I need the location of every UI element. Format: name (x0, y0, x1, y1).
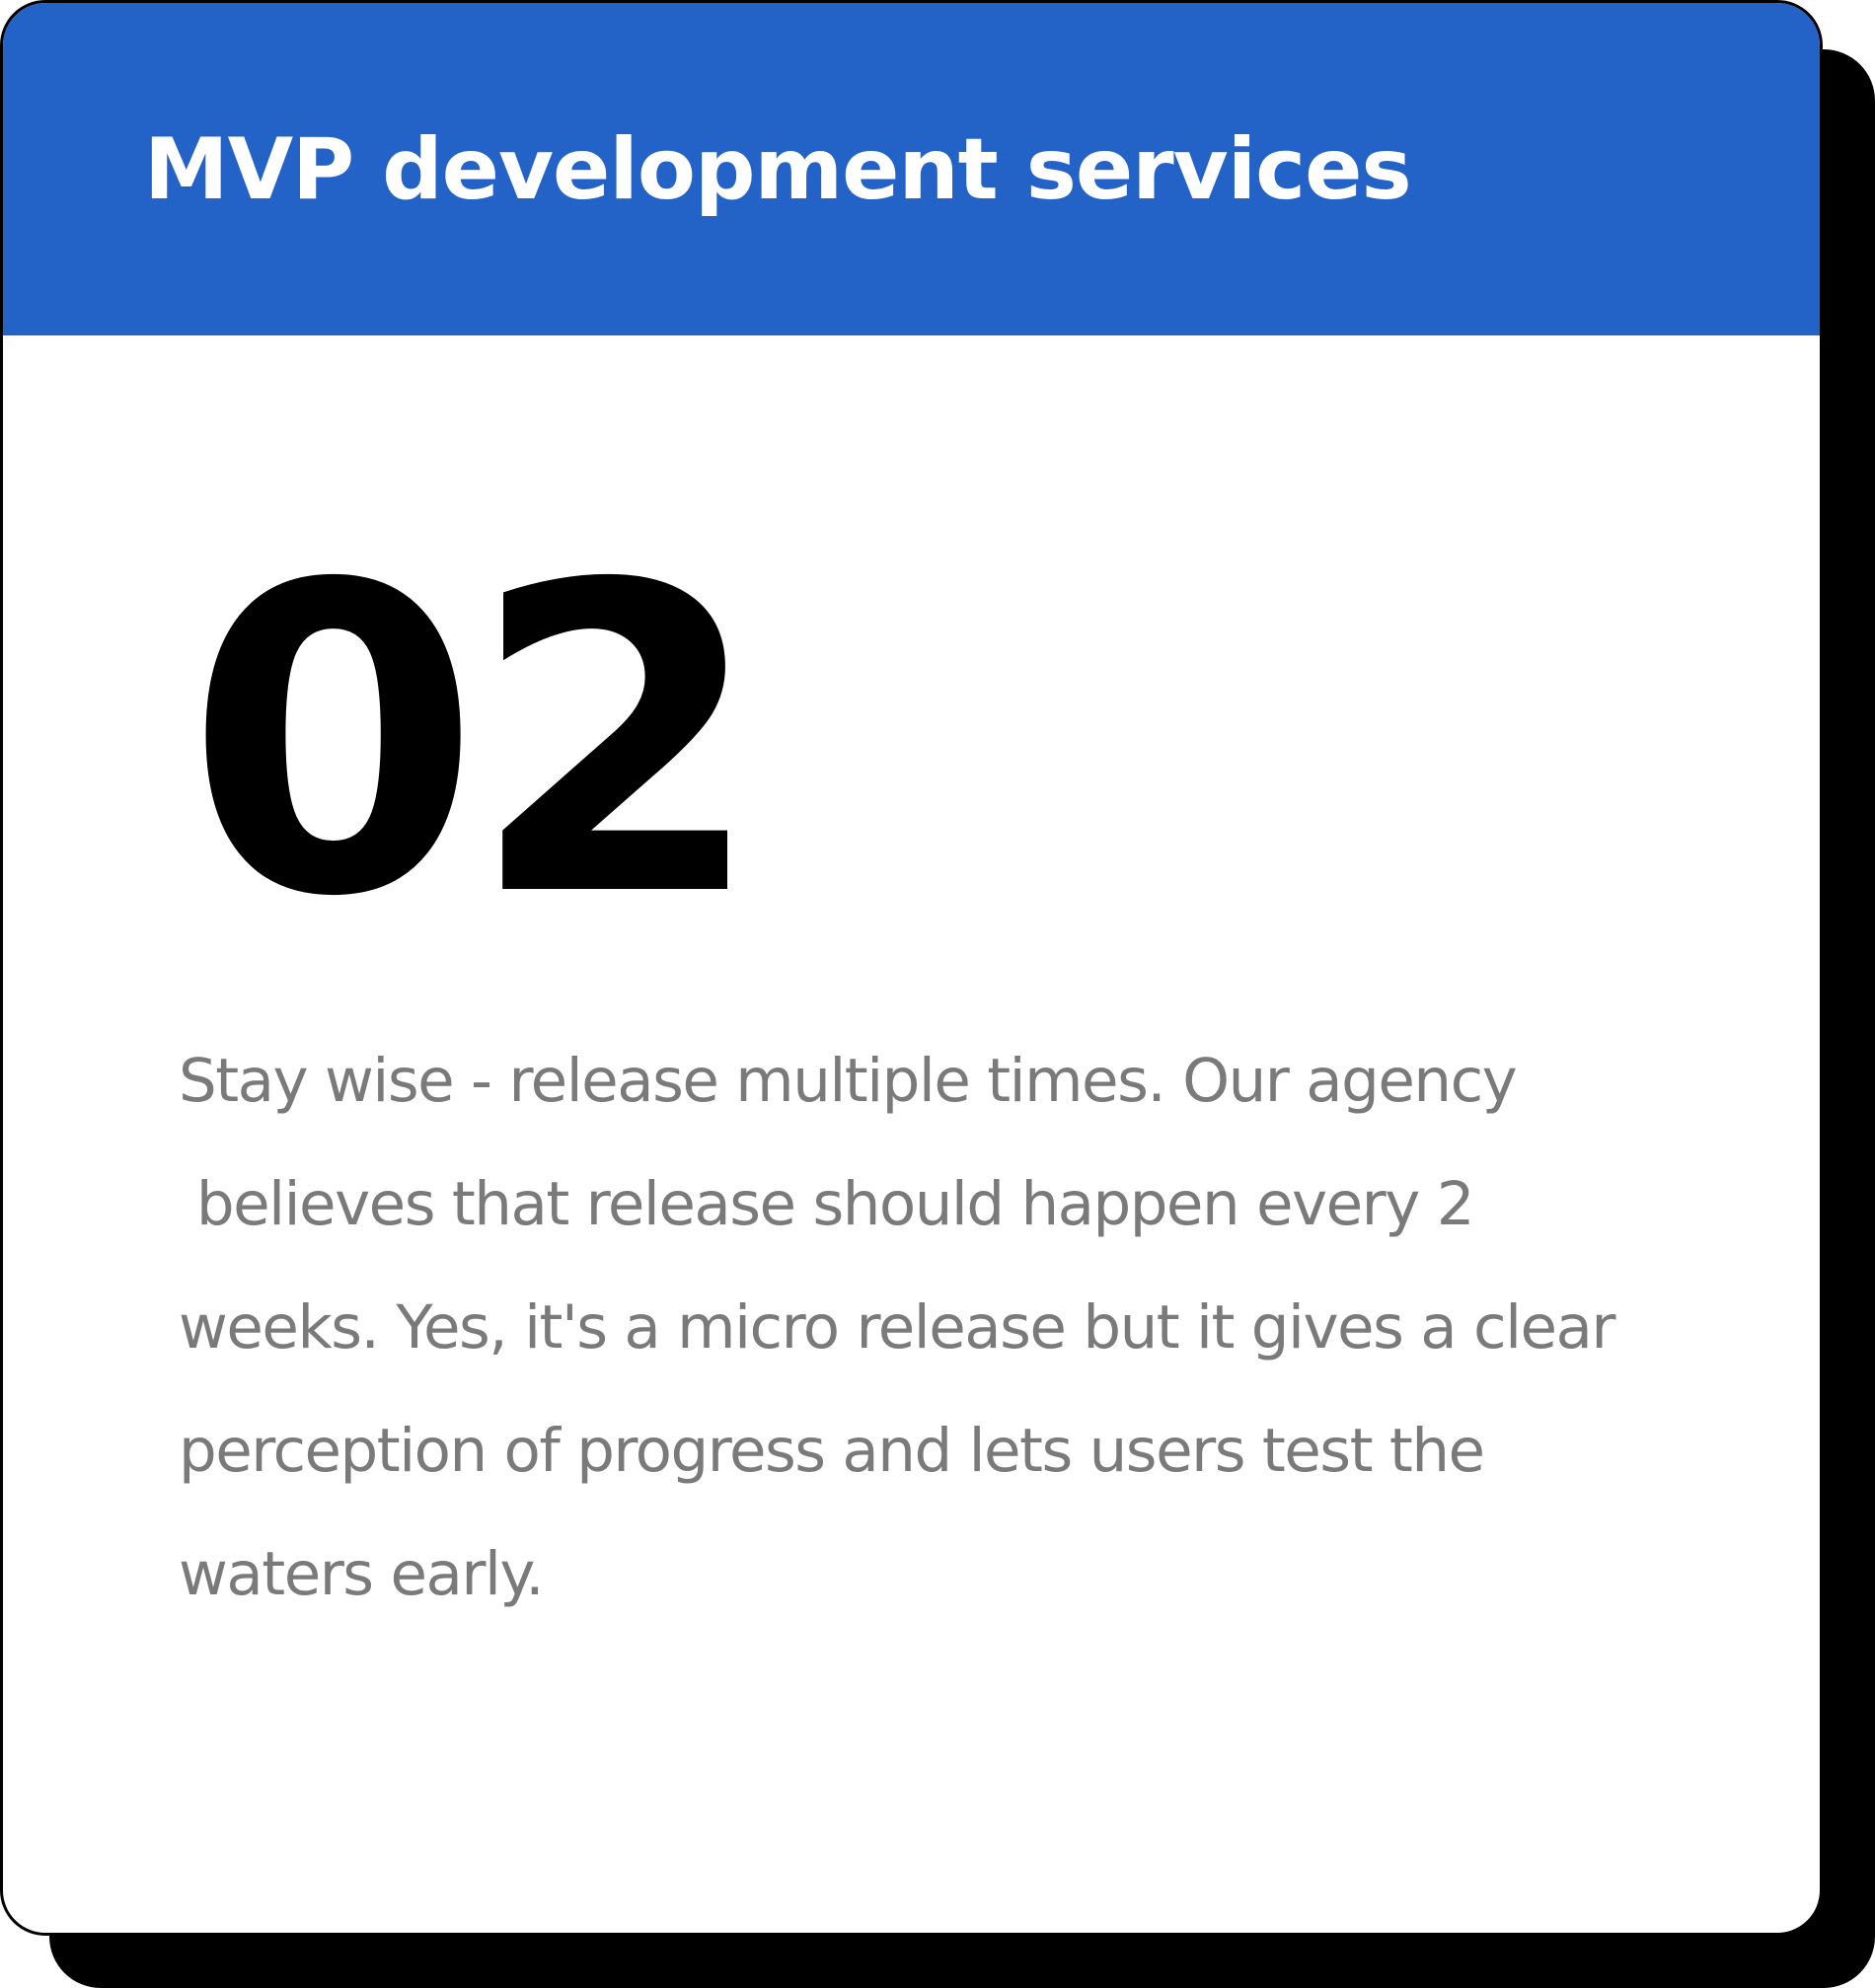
step-number: 02 (186, 496, 764, 990)
card-title: MVP development services (144, 119, 1412, 219)
card-header: MVP development services (3, 3, 1820, 335)
stage: MVP development services 02 Stay wise - … (0, 0, 1875, 1988)
description-line: perception of progress and lets users te… (179, 1416, 1485, 1486)
description-line: believes that release should happen ever… (179, 1169, 1475, 1239)
description-line: weeks. Yes, it's a micro release but it … (179, 1292, 1616, 1362)
description-line: waters early. (179, 1539, 545, 1609)
description-line: Stay wise - release multiple times. Our … (179, 1046, 1518, 1116)
card-description: Stay wise - release multiple times. Our … (179, 1019, 1679, 1636)
service-card: MVP development services 02 Stay wise - … (0, 0, 1823, 1936)
